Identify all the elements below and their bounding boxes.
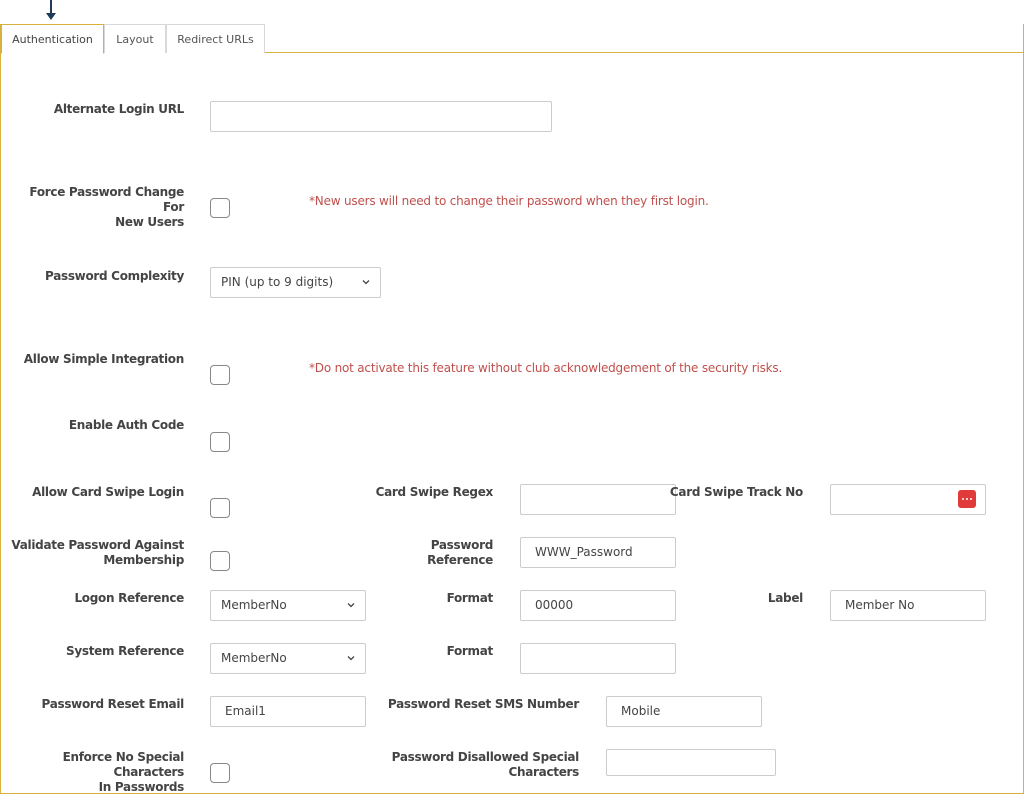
system-reference-value: MemberNo xyxy=(221,651,287,665)
enforce-no-special-label-line2: In Passwords xyxy=(98,780,185,794)
password-reference-label: Password Reference xyxy=(370,538,493,568)
tab-authentication[interactable]: Authentication xyxy=(1,24,104,54)
force-password-change-label-line2: New Users xyxy=(115,215,184,229)
system-format-input[interactable] xyxy=(520,643,676,674)
password-reference-label-line1: Password xyxy=(430,538,494,552)
system-reference-select[interactable]: MemberNo xyxy=(210,643,366,674)
password-complexity-value: PIN (up to 9 digits) xyxy=(221,275,334,289)
enable-auth-code-label: Enable Auth Code xyxy=(68,418,184,432)
password-reference-input[interactable]: WWW_Password xyxy=(520,537,676,568)
validate-password-label-line1: Validate Password Against xyxy=(11,538,184,552)
more-options-button[interactable] xyxy=(958,490,976,508)
chevron-down-icon xyxy=(362,280,370,285)
password-reset-sms-input[interactable]: Mobile xyxy=(606,696,762,727)
validate-password-label-line2: Membership xyxy=(103,553,184,567)
allow-card-swipe-login-label: Allow Card Swipe Login xyxy=(32,485,184,499)
logon-format-input[interactable]: 00000 xyxy=(520,590,676,621)
force-password-change-label-line1: Force Password Change For xyxy=(29,185,184,214)
disallowed-special-label: Password Disallowed Special Characters xyxy=(386,750,580,780)
allow-simple-integration-checkbox[interactable] xyxy=(210,365,230,385)
force-password-change-label: Force Password Change For New Users xyxy=(10,185,184,230)
logon-reference-select[interactable]: MemberNo xyxy=(210,590,366,621)
force-password-change-checkbox[interactable] xyxy=(210,198,230,218)
system-reference-label: System Reference xyxy=(66,644,184,658)
card-swipe-track-no-label: Card Swipe Track No xyxy=(669,485,803,499)
simple-integration-note: *Do not activate this feature without cl… xyxy=(309,361,783,375)
disallowed-special-label-line2: Characters xyxy=(508,765,579,779)
down-arrow-icon xyxy=(45,0,57,22)
logon-format-label: Format xyxy=(446,591,494,605)
logon-label-label: Label xyxy=(767,591,803,605)
tab-bar: Authentication Layout Redirect URLs xyxy=(0,24,1024,54)
tab-layout[interactable]: Layout xyxy=(104,24,166,53)
force-password-change-note: *New users will need to change their pas… xyxy=(309,194,709,208)
password-reset-email-input[interactable]: Email1 xyxy=(210,696,366,727)
logon-reference-label: Logon Reference xyxy=(74,591,184,605)
disallowed-special-input[interactable] xyxy=(606,749,776,776)
alternate-login-url-input[interactable] xyxy=(210,101,552,132)
validate-password-label: Validate Password Against Membership xyxy=(10,538,184,568)
enforce-no-special-label: Enforce No Special Characters In Passwor… xyxy=(4,750,185,794)
chevron-down-icon xyxy=(347,656,355,661)
logon-label-input[interactable]: Member No xyxy=(830,590,986,621)
validate-password-checkbox[interactable] xyxy=(210,551,230,571)
settings-panel xyxy=(0,24,1024,794)
enforce-no-special-label-line1: Enforce No Special Characters xyxy=(62,750,185,779)
enable-auth-code-checkbox[interactable] xyxy=(210,432,230,452)
password-reset-sms-label: Password Reset SMS Number xyxy=(387,697,579,711)
disallowed-special-label-line1: Password Disallowed Special xyxy=(391,750,580,764)
allow-card-swipe-login-checkbox[interactable] xyxy=(210,498,230,518)
card-swipe-regex-label: Card Swipe Regex xyxy=(375,485,494,499)
alternate-login-url-label: Alternate Login URL xyxy=(53,102,184,116)
password-complexity-label: Password Complexity xyxy=(45,269,184,283)
allow-simple-integration-label: Allow Simple Integration xyxy=(23,352,185,366)
enforce-no-special-checkbox[interactable] xyxy=(210,763,230,783)
system-format-label: Format xyxy=(446,644,494,658)
password-complexity-select[interactable]: PIN (up to 9 digits) xyxy=(210,267,381,298)
card-swipe-regex-input[interactable] xyxy=(520,484,676,515)
chevron-down-icon xyxy=(347,603,355,608)
password-reference-label-line2: Reference xyxy=(427,553,493,567)
logon-reference-value: MemberNo xyxy=(221,598,287,612)
tab-redirect-urls[interactable]: Redirect URLs xyxy=(166,24,265,53)
password-reset-email-label: Password Reset Email xyxy=(41,697,185,711)
